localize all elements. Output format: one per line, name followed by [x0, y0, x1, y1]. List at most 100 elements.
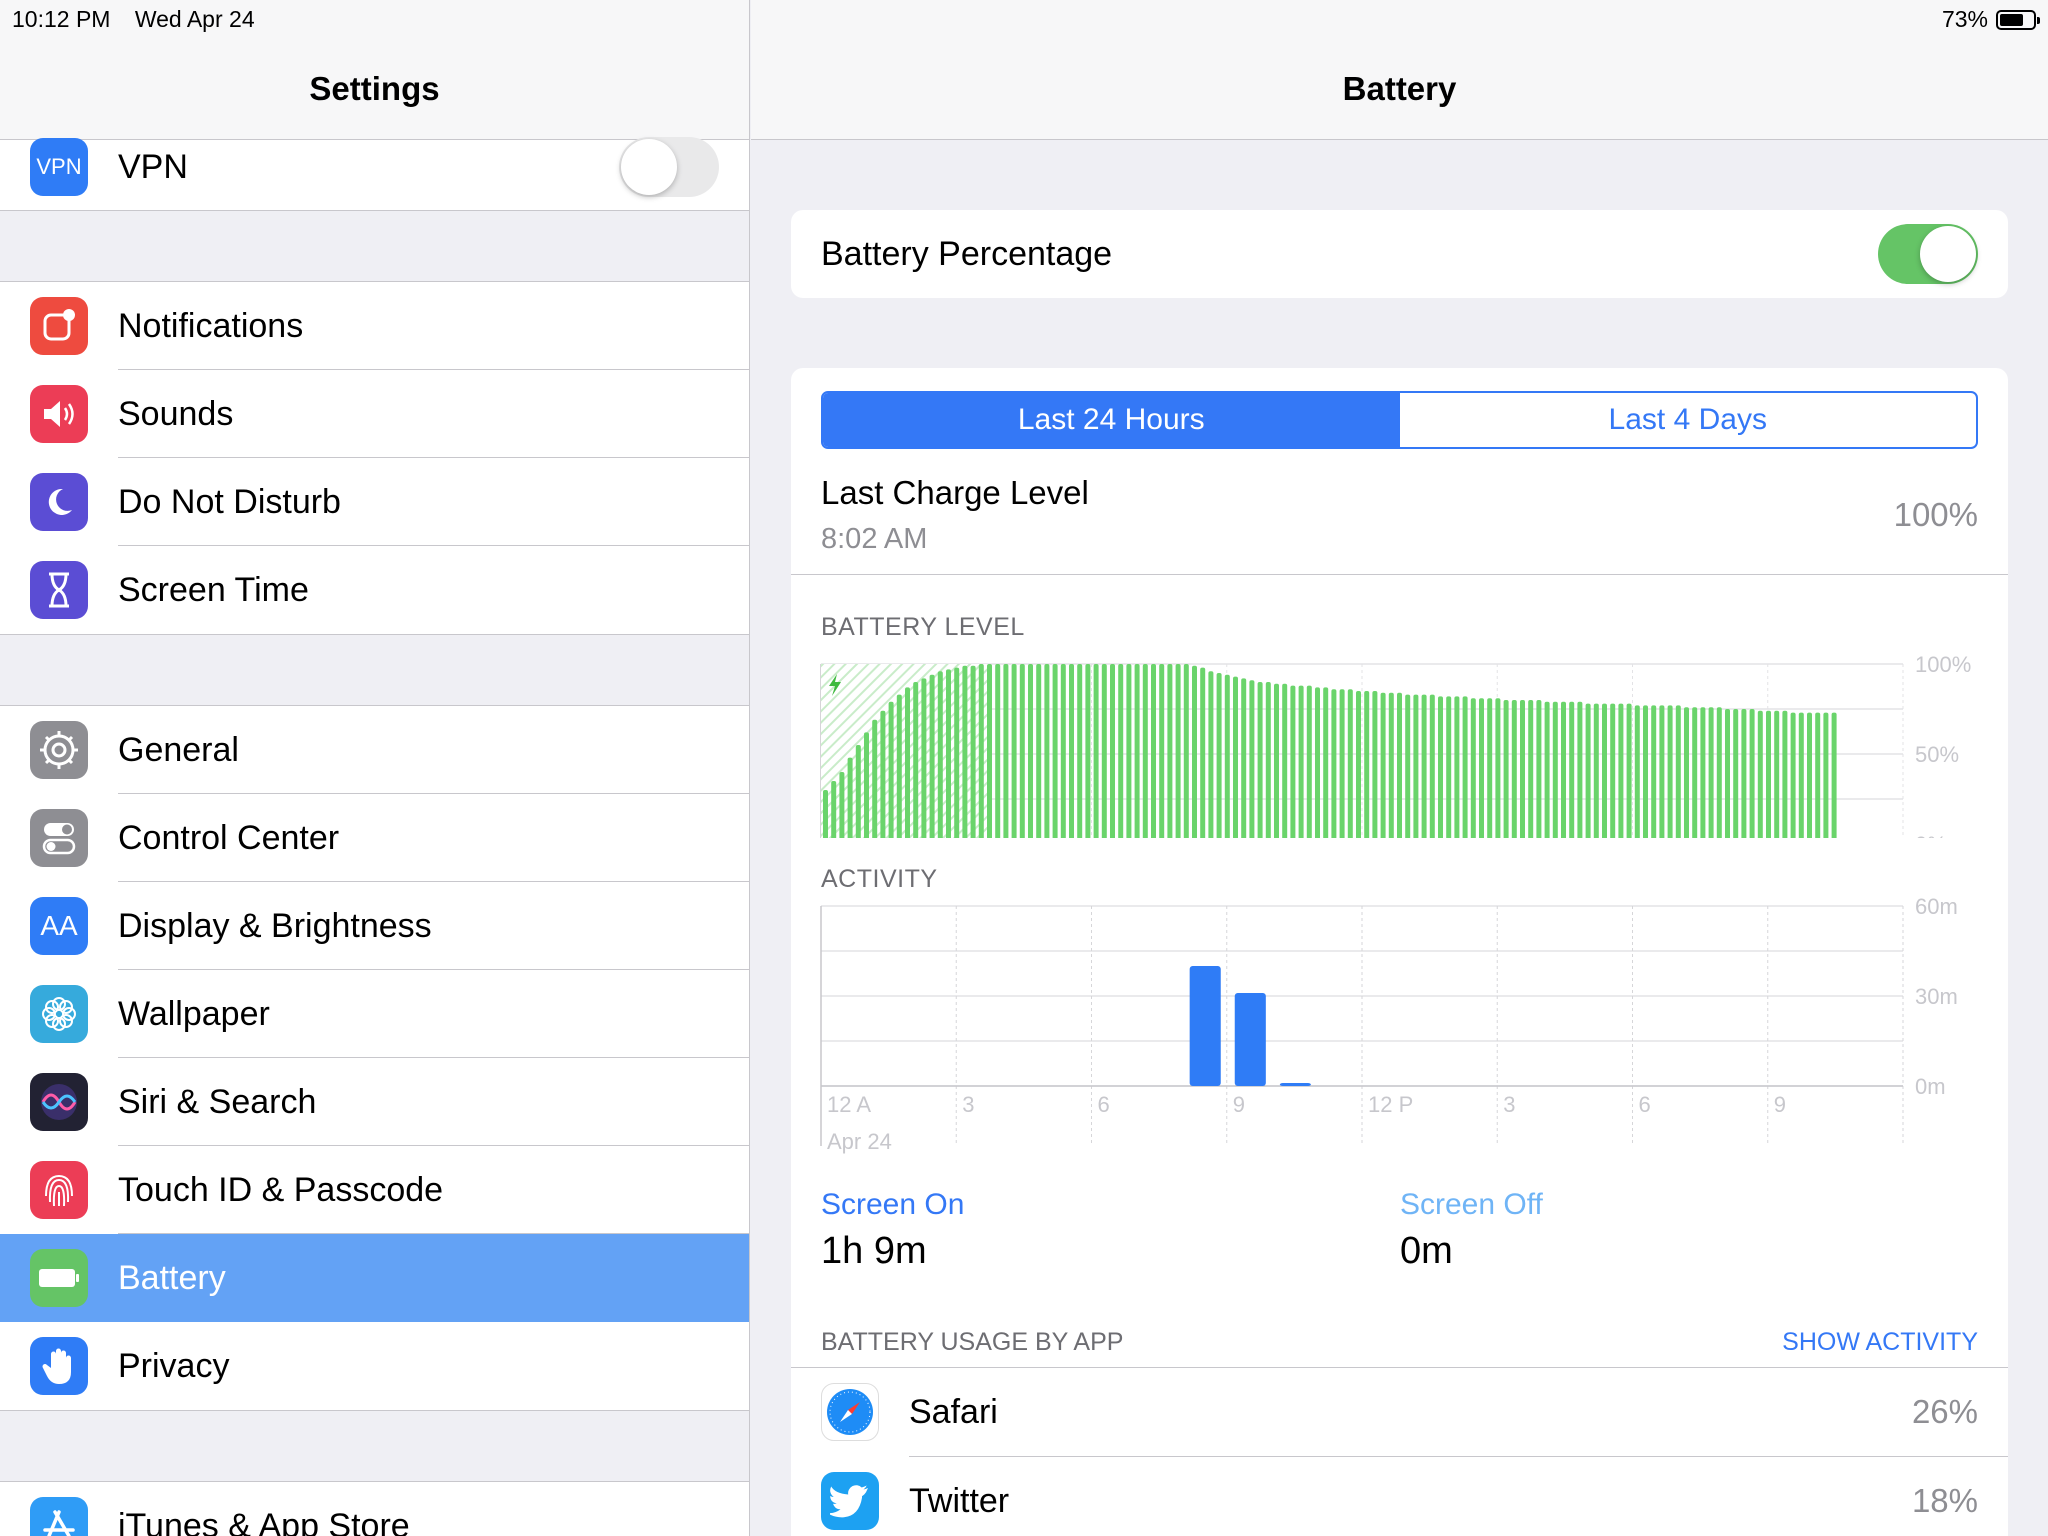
- x-tick-label: 3: [1503, 1092, 1515, 1117]
- sidebar-item-screen-time[interactable]: Screen Time: [0, 546, 749, 634]
- compass-icon: [821, 1383, 879, 1441]
- battery-bar: [1372, 691, 1378, 838]
- battery-bar: [1503, 700, 1509, 838]
- sidebar-item-general[interactable]: General: [0, 706, 749, 794]
- battery-bar: [1265, 682, 1271, 838]
- battery-bar: [1224, 674, 1230, 838]
- battery-percentage-toggle[interactable]: [1878, 224, 1978, 284]
- battery-bar: [1618, 703, 1624, 838]
- battery-bar: [1151, 664, 1156, 838]
- battery-level-chart: 100% 50% 0%: [820, 652, 1971, 838]
- sidebar-item-control-center[interactable]: Control Center: [0, 794, 749, 882]
- y-tick-label: 30m: [1915, 984, 1958, 1009]
- battery-bar: [1052, 664, 1058, 838]
- divider: [791, 574, 2008, 575]
- battery-bar: [1716, 707, 1722, 838]
- x-tick-label: 12 P: [1368, 1092, 1413, 1117]
- battery-bar: [1798, 712, 1804, 838]
- sidebar-item-itunes-app-store[interactable]: iTunes & App Store: [0, 1482, 749, 1536]
- battery-bar: [1101, 664, 1107, 838]
- status-battery-icon: [1996, 9, 2040, 30]
- battery-bar: [1782, 710, 1788, 838]
- battery-bar: [1044, 664, 1050, 838]
- hourglass-icon: [30, 561, 88, 619]
- app-row-safari[interactable]: Safari 26%: [791, 1368, 2008, 1456]
- bird-icon: [821, 1472, 879, 1530]
- battery-bar: [1544, 701, 1550, 838]
- battery-bar: [1413, 694, 1419, 838]
- battery-bar: [1700, 707, 1706, 838]
- battery-bar: [937, 671, 943, 838]
- battery-bar: [1060, 664, 1066, 838]
- battery-bar: [1684, 707, 1689, 838]
- sidebar-item-vpn[interactable]: VPN VPN: [0, 137, 749, 210]
- sidebar-item-battery[interactable]: Battery: [0, 1234, 749, 1322]
- battery-bar: [1208, 671, 1214, 838]
- battery-bar: [1528, 700, 1534, 838]
- app-percent: 18%: [1911, 1482, 1978, 1519]
- battery-bar: [995, 664, 1001, 838]
- battery-bar: [1003, 664, 1009, 838]
- sidebar-item-label: Wallpaper: [118, 970, 749, 1058]
- fingerprint-icon: [30, 1161, 88, 1219]
- sidebar-title: Settings: [309, 70, 440, 107]
- battery-bar: [1380, 692, 1386, 838]
- battery-bar: [1667, 705, 1673, 838]
- activity-bar: [1189, 966, 1221, 1086]
- battery-bar: [1495, 698, 1501, 838]
- battery-bar: [987, 664, 992, 838]
- battery-bar: [1323, 687, 1329, 838]
- last-charge-value: 100%: [1893, 496, 1978, 533]
- battery-bar: [1077, 664, 1083, 838]
- sidebar-item-do-not-disturb[interactable]: Do Not Disturb: [0, 458, 749, 546]
- x-tick-label: 6: [1639, 1092, 1651, 1117]
- status-date: Wed Apr 24: [134, 6, 255, 32]
- sidebar-item-display-brightness[interactable]: AA Display & Brightness: [0, 882, 749, 970]
- battery-bar: [1356, 691, 1361, 838]
- battery-bar: [880, 710, 886, 838]
- battery-bar: [1577, 701, 1583, 838]
- battery-bar: [1462, 696, 1468, 838]
- screen-off-label[interactable]: Screen Off: [1400, 1188, 1543, 1222]
- sidebar-group-general: General Control Center AA Display & Brig…: [0, 705, 749, 1411]
- detail-title: Battery: [1342, 70, 1457, 107]
- sidebar-item-label: Control Center: [118, 794, 749, 882]
- battery-bar: [1446, 696, 1452, 838]
- sidebar-item-notifications[interactable]: Notifications: [0, 282, 749, 370]
- moon-icon: [30, 473, 88, 531]
- show-activity-button[interactable]: SHOW ACTIVITY: [1782, 1328, 1978, 1357]
- sidebar-item-sounds[interactable]: Sounds: [0, 370, 749, 458]
- battery-bar: [1774, 710, 1780, 838]
- battery-bar: [1241, 678, 1247, 838]
- status-time: 10:12 PM: [12, 6, 111, 32]
- sidebar-item-label: Sounds: [118, 370, 749, 458]
- sidebar-item-label: Notifications: [118, 282, 749, 370]
- battery-bar: [1126, 664, 1132, 838]
- battery-bar: [962, 665, 968, 838]
- speaker-icon: [30, 385, 88, 443]
- sidebar-item-wallpaper[interactable]: Wallpaper: [0, 970, 749, 1058]
- segment-last-24-hours[interactable]: Last 24 Hours: [823, 393, 1400, 447]
- battery-bar: [1331, 689, 1337, 838]
- battery-bar: [905, 687, 910, 838]
- battery-bar: [1257, 682, 1263, 838]
- y-tick-label: 100%: [1915, 652, 1971, 677]
- sidebar-item-label: VPN: [118, 148, 188, 186]
- y-tick-label: 50%: [1915, 742, 1959, 767]
- segment-last-4-days[interactable]: Last 4 Days: [1400, 393, 1977, 447]
- battery-bar: [1807, 712, 1812, 838]
- last-charge-label: Last Charge Level: [821, 474, 1089, 511]
- app-row-twitter[interactable]: Twitter 18%: [791, 1457, 2008, 1536]
- battery-usage-card: Last 24 Hours Last 4 Days Last Charge Le…: [791, 368, 2008, 1536]
- battery-bar: [1118, 664, 1124, 838]
- sidebar-item-siri-search[interactable]: Siri & Search: [0, 1058, 749, 1146]
- status-battery-percent: 73%: [1941, 6, 1988, 32]
- battery-bar: [1216, 673, 1222, 838]
- battery-bar: [1192, 665, 1197, 838]
- screen-on-label[interactable]: Screen On: [821, 1188, 964, 1222]
- sidebar-item-label: Do Not Disturb: [118, 458, 749, 546]
- sidebar-item-privacy[interactable]: Privacy: [0, 1322, 749, 1410]
- vpn-toggle[interactable]: [619, 137, 719, 197]
- battery-bar: [1733, 709, 1739, 838]
- sidebar-item-touch-id[interactable]: Touch ID & Passcode: [0, 1146, 749, 1234]
